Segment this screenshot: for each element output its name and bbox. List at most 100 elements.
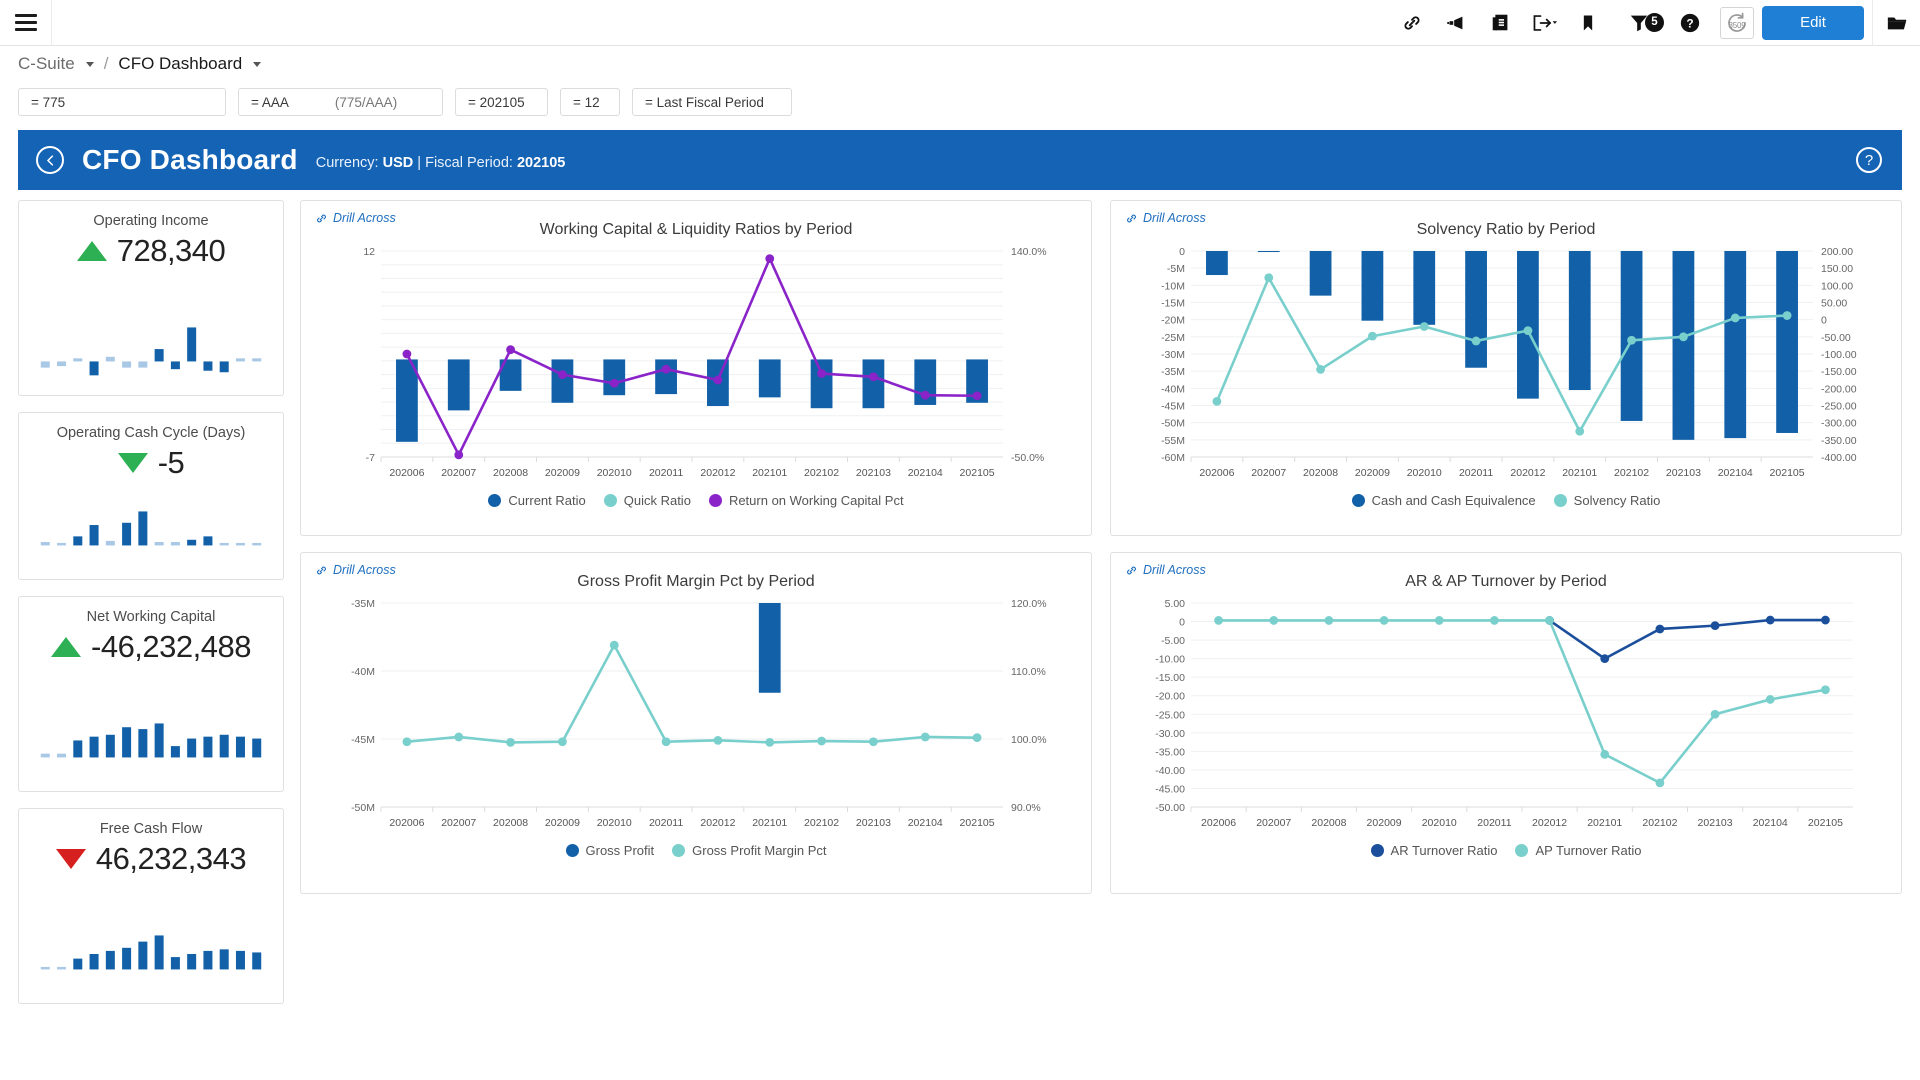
- edit-button[interactable]: Edit: [1762, 6, 1864, 40]
- svg-text:202104: 202104: [1718, 467, 1753, 479]
- svg-text:202006: 202006: [389, 467, 424, 479]
- drill-across-link[interactable]: Drill Across: [315, 563, 396, 577]
- kpi-card-operating-cash-cycle[interactable]: Operating Cash Cycle (Days) -5: [18, 412, 284, 580]
- legend-item[interactable]: Current Ratio: [488, 493, 585, 508]
- megaphone-icon[interactable]: [1434, 0, 1478, 46]
- svg-text:202008: 202008: [493, 817, 528, 829]
- back-arrow-icon[interactable]: [36, 146, 64, 174]
- legend-label: Quick Ratio: [624, 493, 691, 508]
- svg-text:202008: 202008: [1303, 467, 1338, 479]
- filter-icon[interactable]: 5: [1610, 0, 1668, 46]
- drill-across-link[interactable]: Drill Across: [315, 211, 396, 225]
- svg-text:0: 0: [1179, 617, 1185, 629]
- breadcrumb-current-chevron-down-icon[interactable]: [253, 62, 261, 67]
- legend-item[interactable]: Solvency Ratio: [1554, 493, 1661, 508]
- chart-card-gross-profit: Drill Across Gross Profit Margin Pct by …: [300, 552, 1092, 894]
- svg-text:202102: 202102: [804, 467, 839, 479]
- kpi-card-operating-income[interactable]: Operating Income 728,340: [18, 200, 284, 396]
- filter-chip-entity[interactable]: = 775: [18, 88, 226, 116]
- kpi-title: Free Cash Flow: [100, 821, 202, 837]
- legend-item[interactable]: Gross Profit Margin Pct: [672, 843, 826, 858]
- trend-down-icon: [56, 849, 86, 869]
- fiscal-period-label: Fiscal Period:: [425, 155, 513, 171]
- legend-label: AP Turnover Ratio: [1535, 843, 1641, 858]
- legend-item[interactable]: AR Turnover Ratio: [1371, 843, 1498, 858]
- svg-text:-55M: -55M: [1161, 435, 1185, 447]
- filter-chip-ledger[interactable]: = AAA (775/AAA): [238, 88, 443, 116]
- legend-label: Gross Profit Margin Pct: [692, 843, 826, 858]
- filter-count-badge: 5: [1645, 13, 1664, 32]
- svg-text:202006: 202006: [1199, 467, 1234, 479]
- svg-text:-15M: -15M: [1161, 298, 1185, 310]
- svg-text:202006: 202006: [389, 817, 424, 829]
- kpi-value-row: 46,232,343: [56, 841, 246, 877]
- bookmark-icon[interactable]: [1566, 0, 1610, 46]
- drill-across-label: Drill Across: [1143, 563, 1206, 577]
- breadcrumb-root[interactable]: C-Suite: [18, 54, 75, 74]
- svg-text:202105: 202105: [960, 817, 995, 829]
- drill-across-link[interactable]: Drill Across: [1125, 563, 1206, 577]
- banner-help-icon[interactable]: ?: [1856, 147, 1882, 173]
- filter-chip-period[interactable]: = 202105: [455, 88, 548, 116]
- kpi-title: Operating Cash Cycle (Days): [57, 425, 246, 441]
- svg-text:202105: 202105: [960, 467, 995, 479]
- svg-text:202101: 202101: [1562, 467, 1597, 479]
- breadcrumb-current[interactable]: CFO Dashboard: [118, 54, 242, 74]
- filter-chip-fiscal[interactable]: = Last Fiscal Period: [632, 88, 792, 116]
- svg-text:-400.00: -400.00: [1821, 452, 1857, 464]
- svg-text:-50.0%: -50.0%: [1011, 452, 1044, 464]
- chart-plot-solvency[interactable]: 0-5M-10M-15M-20M-25M-30M-35M-40M-45M-50M…: [1125, 239, 1887, 491]
- drill-across-label: Drill Across: [333, 563, 396, 577]
- link-icon[interactable]: [1390, 0, 1434, 46]
- svg-text:-45M: -45M: [351, 734, 375, 746]
- refresh-icon[interactable]: 3509: [1720, 7, 1754, 39]
- legend-color-dot: [1371, 844, 1384, 857]
- trend-down-icon: [118, 453, 148, 473]
- svg-text:202007: 202007: [1251, 467, 1286, 479]
- breadcrumb-separator: /: [104, 54, 109, 74]
- legend-item[interactable]: Gross Profit: [566, 843, 655, 858]
- kpi-card-net-working-capital[interactable]: Net Working Capital -46,232,488: [18, 596, 284, 792]
- copy-icon[interactable]: [1478, 0, 1522, 46]
- svg-text:-50M: -50M: [351, 802, 375, 814]
- chart-plot-gross-profit[interactable]: -35M-40M-45M-50M120.0%110.0%100.0%90.0%2…: [315, 591, 1077, 841]
- legend-item[interactable]: Return on Working Capital Pct: [709, 493, 904, 508]
- svg-text:-10M: -10M: [1161, 280, 1185, 292]
- filter-chip-ledger-sublabel: (775/AAA): [335, 95, 397, 110]
- help-icon[interactable]: ?: [1668, 0, 1712, 46]
- drill-across-label: Drill Across: [1143, 211, 1206, 225]
- svg-text:-5.00: -5.00: [1161, 635, 1185, 647]
- chart-legend-solvency: Cash and Cash Equivalence Solvency Ratio: [1125, 493, 1887, 508]
- legend-label: Gross Profit: [586, 843, 655, 858]
- filter-chip-months[interactable]: = 12: [560, 88, 620, 116]
- svg-text:-60M: -60M: [1161, 452, 1185, 464]
- drill-across-link[interactable]: Drill Across: [1125, 211, 1206, 225]
- legend-item[interactable]: Cash and Cash Equivalence: [1352, 493, 1536, 508]
- svg-text:202104: 202104: [908, 467, 943, 479]
- svg-text:202101: 202101: [752, 817, 787, 829]
- svg-text:-10.00: -10.00: [1155, 654, 1185, 666]
- legend-item[interactable]: AP Turnover Ratio: [1515, 843, 1641, 858]
- folder-icon[interactable]: [1872, 0, 1920, 46]
- breadcrumb-root-chevron-down-icon[interactable]: [86, 62, 94, 67]
- kpi-title: Operating Income: [93, 213, 208, 229]
- svg-text:202105: 202105: [1770, 467, 1805, 479]
- chart-title: Working Capital & Liquidity Ratios by Pe…: [315, 221, 1077, 239]
- legend-item[interactable]: Quick Ratio: [604, 493, 691, 508]
- kpi-card-free-cash-flow[interactable]: Free Cash Flow 46,232,343: [18, 808, 284, 1004]
- svg-text:100.0%: 100.0%: [1011, 734, 1047, 746]
- export-icon[interactable]: [1522, 0, 1566, 46]
- chart-plot-working-capital[interactable]: 12-7140.0%-50.0%202006202007202008202009…: [315, 239, 1077, 491]
- svg-text:202007: 202007: [441, 467, 476, 479]
- svg-text:202105: 202105: [1808, 817, 1843, 829]
- legend-color-dot: [709, 494, 722, 507]
- svg-text:202103: 202103: [1666, 467, 1701, 479]
- svg-text:202006: 202006: [1201, 817, 1236, 829]
- svg-text:-30M: -30M: [1161, 349, 1185, 361]
- hamburger-menu-icon[interactable]: [0, 0, 52, 46]
- svg-text:202101: 202101: [1587, 817, 1622, 829]
- kpi-value: 728,340: [117, 233, 226, 269]
- svg-text:202102: 202102: [804, 817, 839, 829]
- refresh-count-label: 3509: [1721, 21, 1753, 30]
- chart-plot-ar-ap-turnover[interactable]: 5.000-5.00-10.00-15.00-20.00-25.00-30.00…: [1125, 591, 1887, 841]
